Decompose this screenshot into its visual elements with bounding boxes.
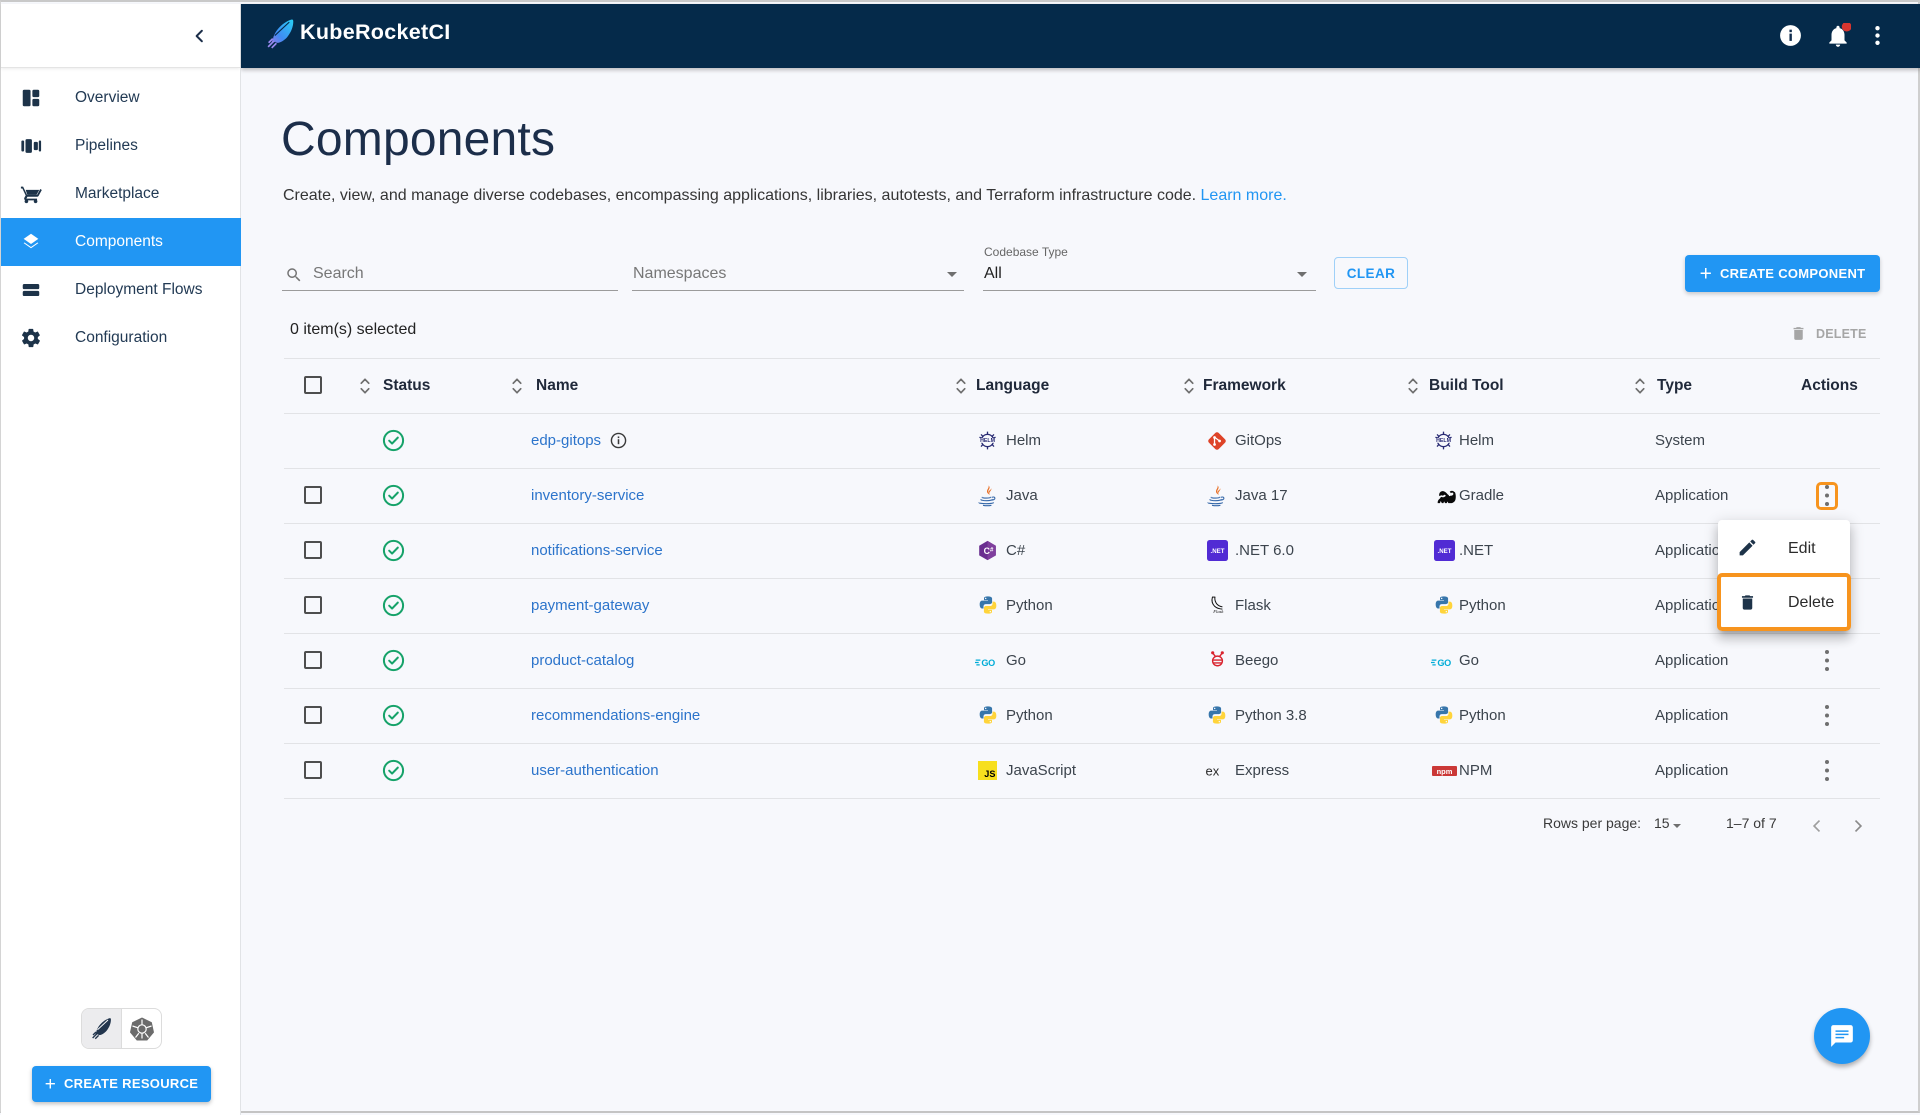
svg-text:GO: GO bbox=[1437, 658, 1451, 668]
svg-text:HELM: HELM bbox=[980, 438, 996, 444]
svg-text:GO: GO bbox=[981, 658, 995, 668]
svg-text:JS: JS bbox=[984, 769, 995, 779]
svg-text:HELM: HELM bbox=[1436, 438, 1452, 444]
svg-text:npm: npm bbox=[1437, 767, 1453, 776]
svg-text:#: # bbox=[990, 546, 994, 553]
svg-text:Flask: Flask bbox=[1212, 609, 1224, 614]
svg-text:ex: ex bbox=[1206, 765, 1220, 778]
svg-text:.NET: .NET bbox=[1211, 548, 1225, 555]
svg-text:.NET: .NET bbox=[1438, 548, 1452, 555]
